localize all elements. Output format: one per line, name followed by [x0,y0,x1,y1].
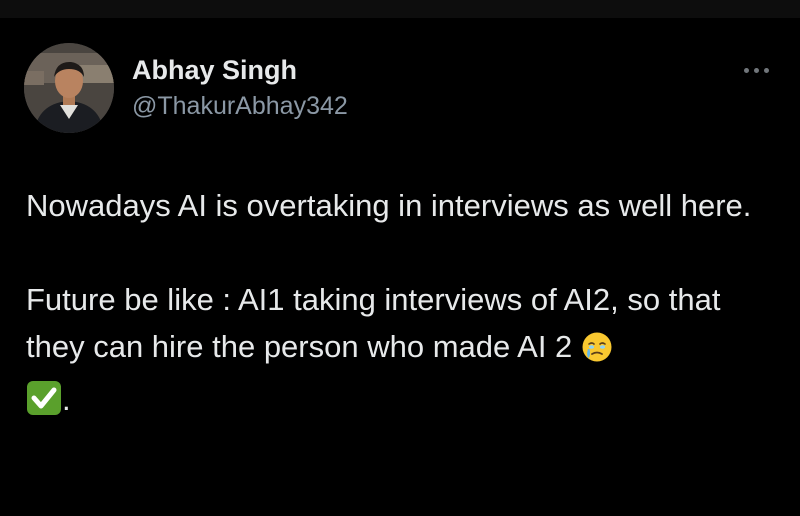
face-holding-back-tears-icon [581,329,613,376]
trailing-period: . [62,382,71,417]
display-name[interactable]: Abhay Singh [132,54,297,86]
more-dot-icon [743,67,749,73]
username-handle[interactable]: @ThakurAbhay342 [132,91,348,121]
avatar[interactable] [24,43,114,133]
check-mark-button-icon [26,380,62,429]
tweet-card: Abhay Singh @ThakurAbhay342 Nowadays AI … [0,18,800,516]
more-options-button[interactable] [732,58,780,82]
more-dot-icon [753,67,759,73]
tweet-paragraph-2: Future be like : AI1 taking interviews o… [26,282,730,364]
top-bar [0,0,800,18]
tweet-paragraph-1: Nowadays AI is overtaking in interviews … [26,188,752,223]
tweet-text: Nowadays AI is overtaking in interviews … [26,182,786,429]
more-dot-icon [763,67,769,73]
avatar-photo-icon [24,43,114,133]
